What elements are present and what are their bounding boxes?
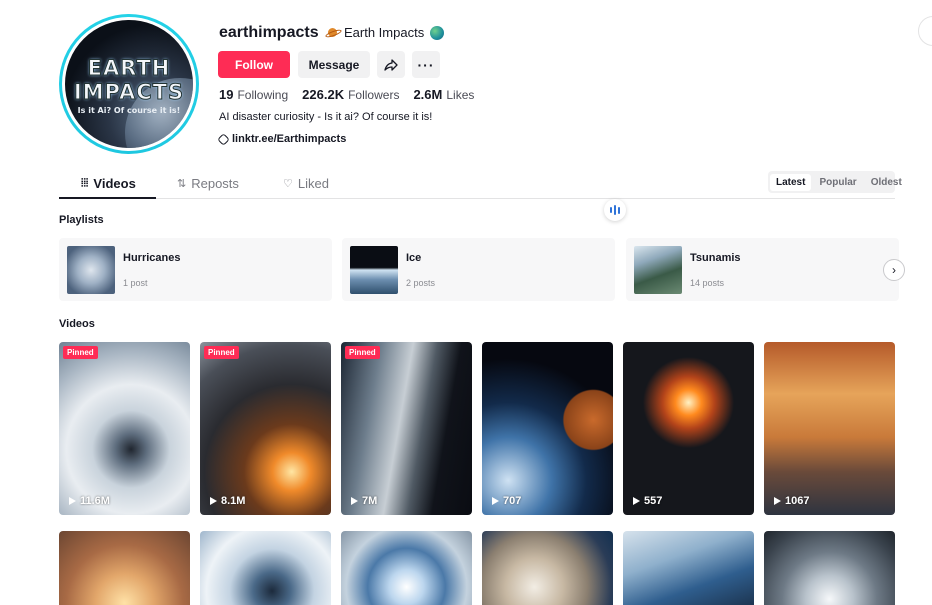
share-icon [384,58,398,71]
video-views: 707 [492,495,521,507]
followers-stat[interactable]: 226.2K Followers [302,87,399,102]
likes-label: Likes [446,88,475,102]
pinned-badge: Pinned [63,346,98,359]
repost-icon: ⇅ [177,178,187,190]
video-card[interactable]: Pinned 8.1M [200,342,331,515]
video-card[interactable]: 557 [623,342,754,515]
avatar-text-line2: IMPACTS [73,80,185,105]
more-dots-icon: ··· [417,56,435,73]
pinned-badge: Pinned [345,346,380,359]
more-options-button[interactable]: ··· [412,51,440,78]
playlist-name: Ice [406,252,422,264]
video-views: 7M [351,495,377,507]
top-right-circle-button[interactable] [918,16,932,46]
video-card[interactable] [59,531,190,605]
video-views: 11.6M [69,495,110,507]
view-count: 1067 [785,495,810,507]
chevron-right-icon: › [892,263,896,277]
avatar-text-line3: Is it Ai? Of course it is! [77,106,181,115]
following-count: 19 [219,87,234,102]
playlist-count: 2 posts [406,278,436,288]
tab-videos[interactable]: ⦙⦙⦙ Videos [81,176,136,191]
playlist-card-ice[interactable]: Ice 2 posts [342,238,615,301]
sort-popular[interactable]: Popular [813,174,862,191]
playlist-thumbnail [634,246,682,294]
message-button[interactable]: Message [298,51,370,78]
playlist-card-tsunamis[interactable]: Tsunamis 14 posts [626,238,899,301]
likes-stat: 2.6M Likes [413,87,474,102]
sort-latest[interactable]: Latest [770,173,812,191]
video-card[interactable]: 1067 [764,342,895,515]
play-icon [69,497,76,505]
follow-button[interactable]: Follow [218,51,290,78]
tab-reposts-label: Reposts [191,176,239,191]
tab-reposts[interactable]: ⇅ Reposts [177,176,239,191]
likes-count: 2.6M [413,87,443,102]
video-views: 8.1M [210,495,245,507]
following-stat[interactable]: 19 Following [219,87,288,102]
sort-toggle: Latest Popular Oldest [768,171,902,193]
video-card[interactable]: Pinned 11.6M [59,342,190,515]
planet-icon [325,27,340,39]
profile-link-text[interactable]: linktr.ee/Earthimpacts [232,133,346,145]
playlists-heading: Playlists [59,214,104,226]
tab-liked-label: Liked [297,176,329,191]
playlist-thumbnail [350,246,398,294]
play-icon [633,497,640,505]
avatar-image: EARTH IMPACTS Is it Ai? Of course it is! [62,17,196,151]
view-count: 557 [644,495,663,507]
view-count: 8.1M [221,495,246,507]
video-card[interactable] [200,531,331,605]
view-count: 11.6M [80,495,110,507]
profile-bio: AI disaster curiosity - Is it ai? Of cou… [219,111,433,123]
video-card[interactable]: 707 [482,342,613,515]
playlist-count: 1 post [123,278,148,288]
followers-label: Followers [348,88,400,102]
following-label: Following [237,88,289,102]
profile-link[interactable]: linktr.ee/Earthimpacts [217,132,346,146]
profile-avatar[interactable]: EARTH IMPACTS Is it Ai? Of course it is! [59,14,199,154]
heart-icon: ♡ [283,178,293,190]
active-tab-indicator [59,197,156,199]
globe-icon [430,25,445,40]
playlist-count: 14 posts [690,278,725,288]
video-card[interactable] [341,531,472,605]
playlist-name: Tsunamis [690,252,741,264]
nickname-text: Earth Impacts [344,25,425,40]
view-count: 7M [362,495,378,507]
followers-count: 226.2K [302,87,345,102]
profile-username: earthimpacts [219,24,319,41]
video-card[interactable] [482,531,613,605]
playlist-name: Hurricanes [123,252,181,264]
video-card[interactable]: Pinned 7M [341,342,472,515]
play-icon [774,497,781,505]
share-button[interactable] [377,51,405,78]
grid-icon: ⦙⦙⦙ [81,177,89,189]
link-icon [217,132,230,146]
playlist-thumbnail [67,246,115,294]
playlists-next-button[interactable]: › [883,259,905,281]
audio-bars-icon[interactable] [604,199,626,221]
tab-liked[interactable]: ♡ Liked [283,176,329,191]
video-views: 557 [633,495,662,507]
video-card[interactable] [623,531,754,605]
avatar-text-line1: EARTH [87,56,171,81]
pinned-badge: Pinned [204,346,239,359]
profile-stats: 19 Following 226.2K Followers 2.6M Likes [219,87,474,102]
tab-videos-label: Videos [93,176,136,191]
view-count: 707 [503,495,522,507]
play-icon [210,497,217,505]
videos-heading: Videos [59,318,95,330]
play-icon [351,497,358,505]
play-icon [492,497,499,505]
video-card[interactable] [764,531,895,605]
video-views: 1067 [774,495,809,507]
playlist-card-hurricanes[interactable]: Hurricanes 1 post [59,238,332,301]
sort-oldest[interactable]: Oldest [865,174,908,191]
profile-nickname: Earth Impacts [325,25,445,40]
